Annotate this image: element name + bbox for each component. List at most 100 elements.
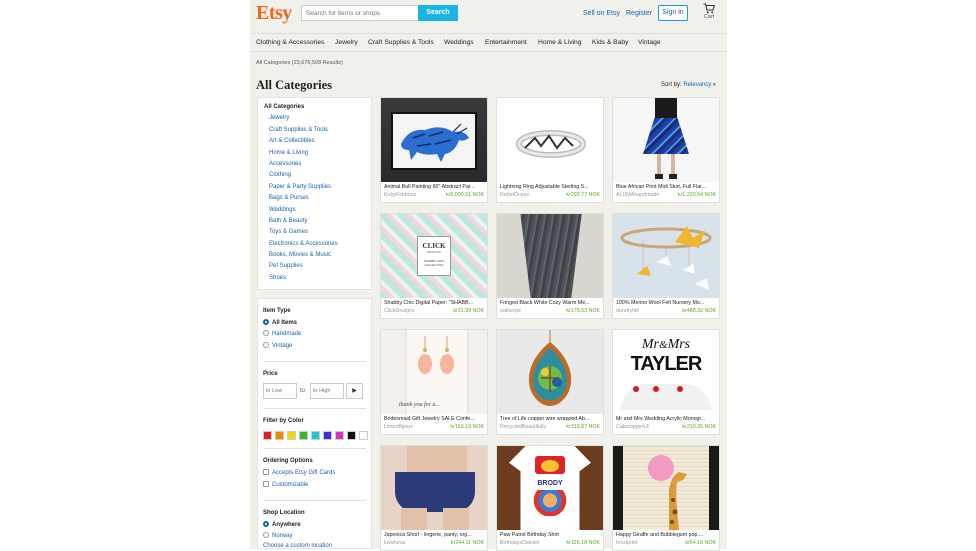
category-link[interactable]: Craft Supplies & Tools <box>264 127 371 138</box>
category-link[interactable]: Accessories <box>264 161 371 172</box>
radio-all-items[interactable]: All Items <box>263 319 297 326</box>
radio-button[interactable] <box>263 521 269 527</box>
radio-button[interactable] <box>263 330 269 336</box>
shop-name[interactable]: LimonBijoux <box>384 424 413 430</box>
listing-image[interactable] <box>497 214 603 298</box>
price-go-button[interactable]: ▶ <box>346 383 363 399</box>
sort-control[interactable]: Sort by: Relevancy ▾ <box>661 82 716 88</box>
radio-vintage[interactable]: Vintage <box>263 342 292 349</box>
category-link[interactable]: Books, Movies & Music <box>264 252 371 263</box>
nav-jewelry[interactable]: Jewelry <box>335 39 358 46</box>
sell-on-etsy-link[interactable]: Sell on Etsy <box>583 10 620 17</box>
radio-handmade[interactable]: Handmade <box>263 330 301 337</box>
color-swatch-black[interactable] <box>347 431 356 440</box>
search-input[interactable] <box>301 5 420 21</box>
checkbox-gift-cards[interactable]: Accepts Etsy Gift Cards <box>263 469 335 476</box>
radio-button[interactable] <box>263 532 269 538</box>
listing-image[interactable] <box>381 446 487 530</box>
color-swatch-yellow[interactable] <box>287 431 296 440</box>
shop-name[interactable]: dundryhill <box>616 308 639 314</box>
shop-name[interactable]: RebelOcean <box>500 192 529 198</box>
checkbox[interactable] <box>263 481 269 487</box>
listing-card[interactable]: Blue African Print Midi Skirt, Full Flar… <box>612 97 720 203</box>
nav-vintage[interactable]: Vintage <box>638 39 661 46</box>
listing-card[interactable]: Japonica Short - lingerie, panty, org...… <box>380 445 488 551</box>
category-link[interactable]: Toys & Games <box>264 229 371 240</box>
listing-image[interactable]: thank you for a... <box>381 330 487 414</box>
register-link[interactable]: Register <box>626 10 652 17</box>
color-swatch-red[interactable] <box>263 431 272 440</box>
listing-title[interactable]: Paw Patrol Birthday Shirt <box>497 530 603 540</box>
listing-card[interactable]: Tree of Life copper wire wrapped Ab... R… <box>496 329 604 435</box>
custom-location-link[interactable]: Choose a custom location <box>263 543 332 549</box>
listing-card[interactable]: thank you for a... Bridesmaid Gift Jewel… <box>380 329 488 435</box>
category-link[interactable]: Electronics & Accessories <box>264 241 371 252</box>
category-link[interactable]: Bags & Purses <box>264 195 371 206</box>
listing-image[interactable] <box>381 98 487 182</box>
radio-anywhere[interactable]: Anywhere <box>263 521 301 528</box>
radio-norway[interactable]: Norway <box>263 532 292 539</box>
category-link[interactable]: Jewelry <box>264 115 371 126</box>
listing-card[interactable]: Mr&Mrs TAYLER Mr and Mrs Wedding Acrylic… <box>612 329 720 435</box>
color-swatch-orange[interactable] <box>275 431 284 440</box>
category-link[interactable]: Weddings <box>264 207 371 218</box>
listing-title[interactable]: Shabby Chic Digital Paper: "SHABB... <box>381 298 487 308</box>
shop-name[interactable]: BirthdaysDaisies <box>500 540 539 546</box>
category-link[interactable]: Paper & Party Supplies <box>264 184 371 195</box>
shop-name[interactable]: ClickDesigns <box>384 308 415 314</box>
listing-title[interactable]: Happy Giraffe and Bubblegum pop.... <box>613 530 719 540</box>
color-swatch-purple[interactable] <box>335 431 344 440</box>
listing-image[interactable] <box>497 330 603 414</box>
nav-weddings[interactable]: Weddings <box>444 39 474 46</box>
sort-value[interactable]: Relevancy <box>683 82 711 88</box>
price-low-input[interactable] <box>263 383 297 399</box>
listing-image[interactable] <box>497 98 603 182</box>
shop-name[interactable]: eatherpe <box>500 308 521 314</box>
price-high-input[interactable] <box>310 383 344 399</box>
category-link[interactable]: Pet Supplies <box>264 263 371 274</box>
checkbox[interactable] <box>263 469 269 475</box>
listing-card[interactable]: BRODY Paw Patrol Birthday Shirt Birthday… <box>496 445 604 551</box>
etsy-logo[interactable]: Etsy <box>256 2 292 25</box>
color-swatch-blue[interactable] <box>323 431 332 440</box>
listing-title[interactable]: Animal Bull Painting 60" Abstract Pai... <box>381 182 487 192</box>
shop-name[interactable]: luvahuva <box>384 540 405 546</box>
listing-title[interactable]: 100% Merino Wool Felt Nursery Mo... <box>613 298 719 308</box>
listing-title[interactable]: Japonica Short - lingerie, panty, org... <box>381 530 487 540</box>
nav-craft-supplies[interactable]: Craft Supplies & Tools <box>368 39 434 46</box>
category-heading[interactable]: All Categories <box>264 104 371 115</box>
listing-title[interactable]: Bridesmaid Gift Jewelry SALE Confe... <box>381 414 487 424</box>
nav-entertainment[interactable]: Entertainment <box>485 39 527 46</box>
listing-image[interactable] <box>613 446 719 530</box>
radio-button[interactable] <box>263 319 269 325</box>
search-button[interactable]: Search <box>418 5 458 21</box>
category-link[interactable]: Art & Collectibles <box>264 138 371 149</box>
listing-title[interactable]: Lightning Ring Adjustable Sterling S... <box>497 182 603 192</box>
listing-image[interactable] <box>613 214 719 298</box>
listing-card[interactable]: Fringed Black White Cozy Warm Me... eath… <box>496 213 604 319</box>
color-swatch-white[interactable] <box>359 431 368 440</box>
listing-card[interactable]: 100% Merino Wool Felt Nursery Mo... dund… <box>612 213 720 319</box>
cart-button[interactable]: Cart <box>700 3 718 20</box>
listing-card[interactable]: CLICK DESIGNS SHABBY CHIC COLLECTION Sha… <box>380 213 488 319</box>
category-link[interactable]: Home & Living <box>264 150 371 161</box>
listing-image[interactable]: CLICK DESIGNS SHABBY CHIC COLLECTION <box>381 214 487 298</box>
listing-image[interactable] <box>613 98 719 182</box>
listing-title[interactable]: Mr and Mrs Wedding Acrylic Monogr... <box>613 414 719 424</box>
shop-name[interactable]: RecycledBeautifully <box>500 424 546 430</box>
listing-card[interactable]: Lightning Ring Adjustable Sterling S... … <box>496 97 604 203</box>
listing-image[interactable]: BRODY <box>497 446 603 530</box>
shop-name[interactable]: KobyFeldmos <box>384 192 416 198</box>
listing-card[interactable]: Animal Bull Painting 60" Abstract Pai...… <box>380 97 488 203</box>
nav-home-living[interactable]: Home & Living <box>538 39 582 46</box>
color-swatch-teal[interactable] <box>311 431 320 440</box>
category-link[interactable]: Bath & Beauty <box>264 218 371 229</box>
category-link[interactable]: Shoes <box>264 275 371 286</box>
listing-card[interactable]: Happy Giraffe and Bubblegum pop.... fess… <box>612 445 720 551</box>
listing-image[interactable]: Mr&Mrs TAYLER <box>613 330 719 414</box>
shop-name[interactable]: ALUMAhandmade <box>616 192 659 198</box>
checkbox-customizable[interactable]: Customizable <box>263 481 308 488</box>
category-link[interactable]: Clothing <box>264 172 371 183</box>
color-swatch-green[interactable] <box>299 431 308 440</box>
listing-title[interactable]: Tree of Life copper wire wrapped Ab... <box>497 414 603 424</box>
